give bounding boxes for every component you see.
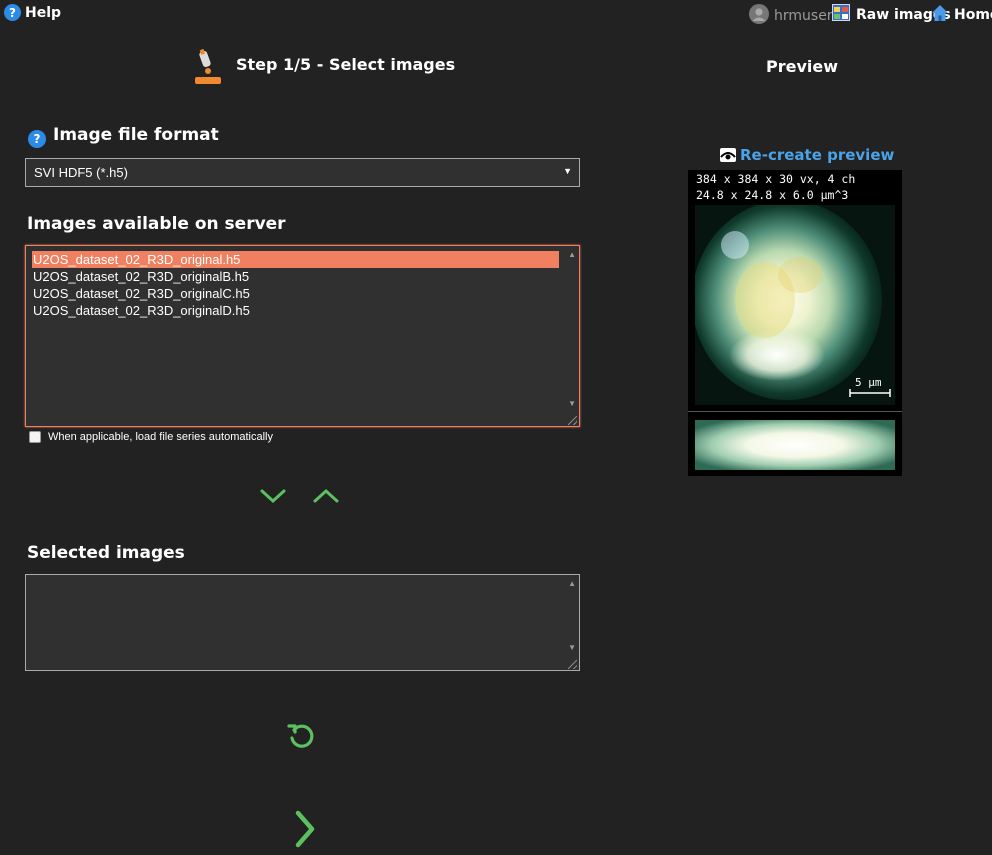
chevron-down-icon: [260, 489, 286, 504]
scale-bar-label: 5 µm: [855, 376, 882, 389]
preview-xz-image[interactable]: [695, 420, 895, 470]
microscope-icon: [193, 47, 223, 91]
available-images-list[interactable]: U2OS_dataset_02_R3D_original.h5 U2OS_data…: [25, 245, 580, 427]
list-item[interactable]: U2OS_dataset_02_R3D_originalB.h5: [32, 268, 559, 285]
format-help-icon[interactable]: ?: [28, 128, 50, 148]
autoload-checkbox[interactable]: [29, 431, 41, 443]
eye-icon: [720, 148, 736, 162]
preview-heading: Preview: [766, 57, 839, 76]
scroll-down-icon[interactable]: ▼: [568, 643, 576, 652]
resize-grip-icon[interactable]: [568, 660, 577, 669]
selected-heading: Selected images: [27, 543, 185, 563]
list-item[interactable]: U2OS_dataset_02_R3D_originalD.h5: [32, 302, 559, 319]
preview-extent: 24.8 x 24.8 x 6.0 µm^3: [696, 188, 849, 202]
home-link[interactable]: Home: [931, 4, 992, 26]
list-item[interactable]: U2OS_dataset_02_R3D_original.h5: [32, 251, 559, 268]
preview-info: 384 x 384 x 30 vx, 4 ch 24.8 x 24.8 x 6.…: [696, 171, 855, 203]
dropdown-arrow-icon: ▼: [563, 166, 572, 176]
available-heading: Images available on server: [27, 214, 286, 234]
reset-button[interactable]: [287, 722, 315, 754]
step-title: Step 1/5 - Select images: [236, 55, 456, 74]
preview-panel: 384 x 384 x 30 vx, 4 ch 24.8 x 24.8 x 6.…: [688, 170, 902, 476]
format-select[interactable]: SVI HDF5 (*.h5) ▼: [25, 158, 580, 187]
home-icon: [931, 4, 949, 26]
user-label: hrmuser: [774, 8, 833, 24]
format-heading: Image file format: [53, 125, 219, 145]
preview-xy-image[interactable]: 5 µm: [692, 200, 895, 405]
home-label: Home: [954, 7, 992, 23]
help-link[interactable]: ? Help: [4, 4, 61, 21]
preview-divider: [688, 411, 902, 412]
scroll-down-icon[interactable]: ▼: [568, 399, 576, 408]
scroll-up-icon[interactable]: ▲: [568, 250, 576, 259]
raw-images-icon: [832, 4, 850, 25]
help-label: Help: [25, 4, 62, 21]
chevron-right-icon: [295, 810, 315, 848]
available-items-container: U2OS_dataset_02_R3D_original.h5 U2OS_data…: [26, 246, 579, 324]
chevron-up-icon: [313, 488, 339, 503]
scroll-up-icon[interactable]: ▲: [568, 579, 576, 588]
reset-icon: [287, 724, 314, 748]
user-link[interactable]: hrmuser: [749, 4, 833, 28]
recreate-label: Re-create preview: [740, 146, 895, 164]
next-step-button[interactable]: [292, 809, 318, 853]
help-icon: ?: [4, 4, 21, 21]
format-selected-value: SVI HDF5 (*.h5): [34, 165, 128, 180]
selected-images-list[interactable]: ▲ ▼: [25, 574, 580, 671]
autoload-label: When applicable, load file series automa…: [48, 431, 274, 443]
resize-grip-icon[interactable]: [568, 416, 577, 425]
selected-scrollbar[interactable]: ▲ ▼: [564, 575, 579, 670]
available-scrollbar[interactable]: ▲ ▼: [564, 246, 579, 426]
add-to-selection-button[interactable]: [259, 487, 287, 509]
autoload-option[interactable]: When applicable, load file series automa…: [29, 431, 273, 443]
list-item[interactable]: U2OS_dataset_02_R3D_originalC.h5: [32, 285, 559, 302]
preview-dimensions: 384 x 384 x 30 vx, 4 ch: [696, 172, 856, 186]
remove-from-selection-button[interactable]: [312, 487, 340, 509]
user-icon: [749, 4, 769, 28]
recreate-preview-link[interactable]: Re-create preview: [720, 146, 894, 164]
